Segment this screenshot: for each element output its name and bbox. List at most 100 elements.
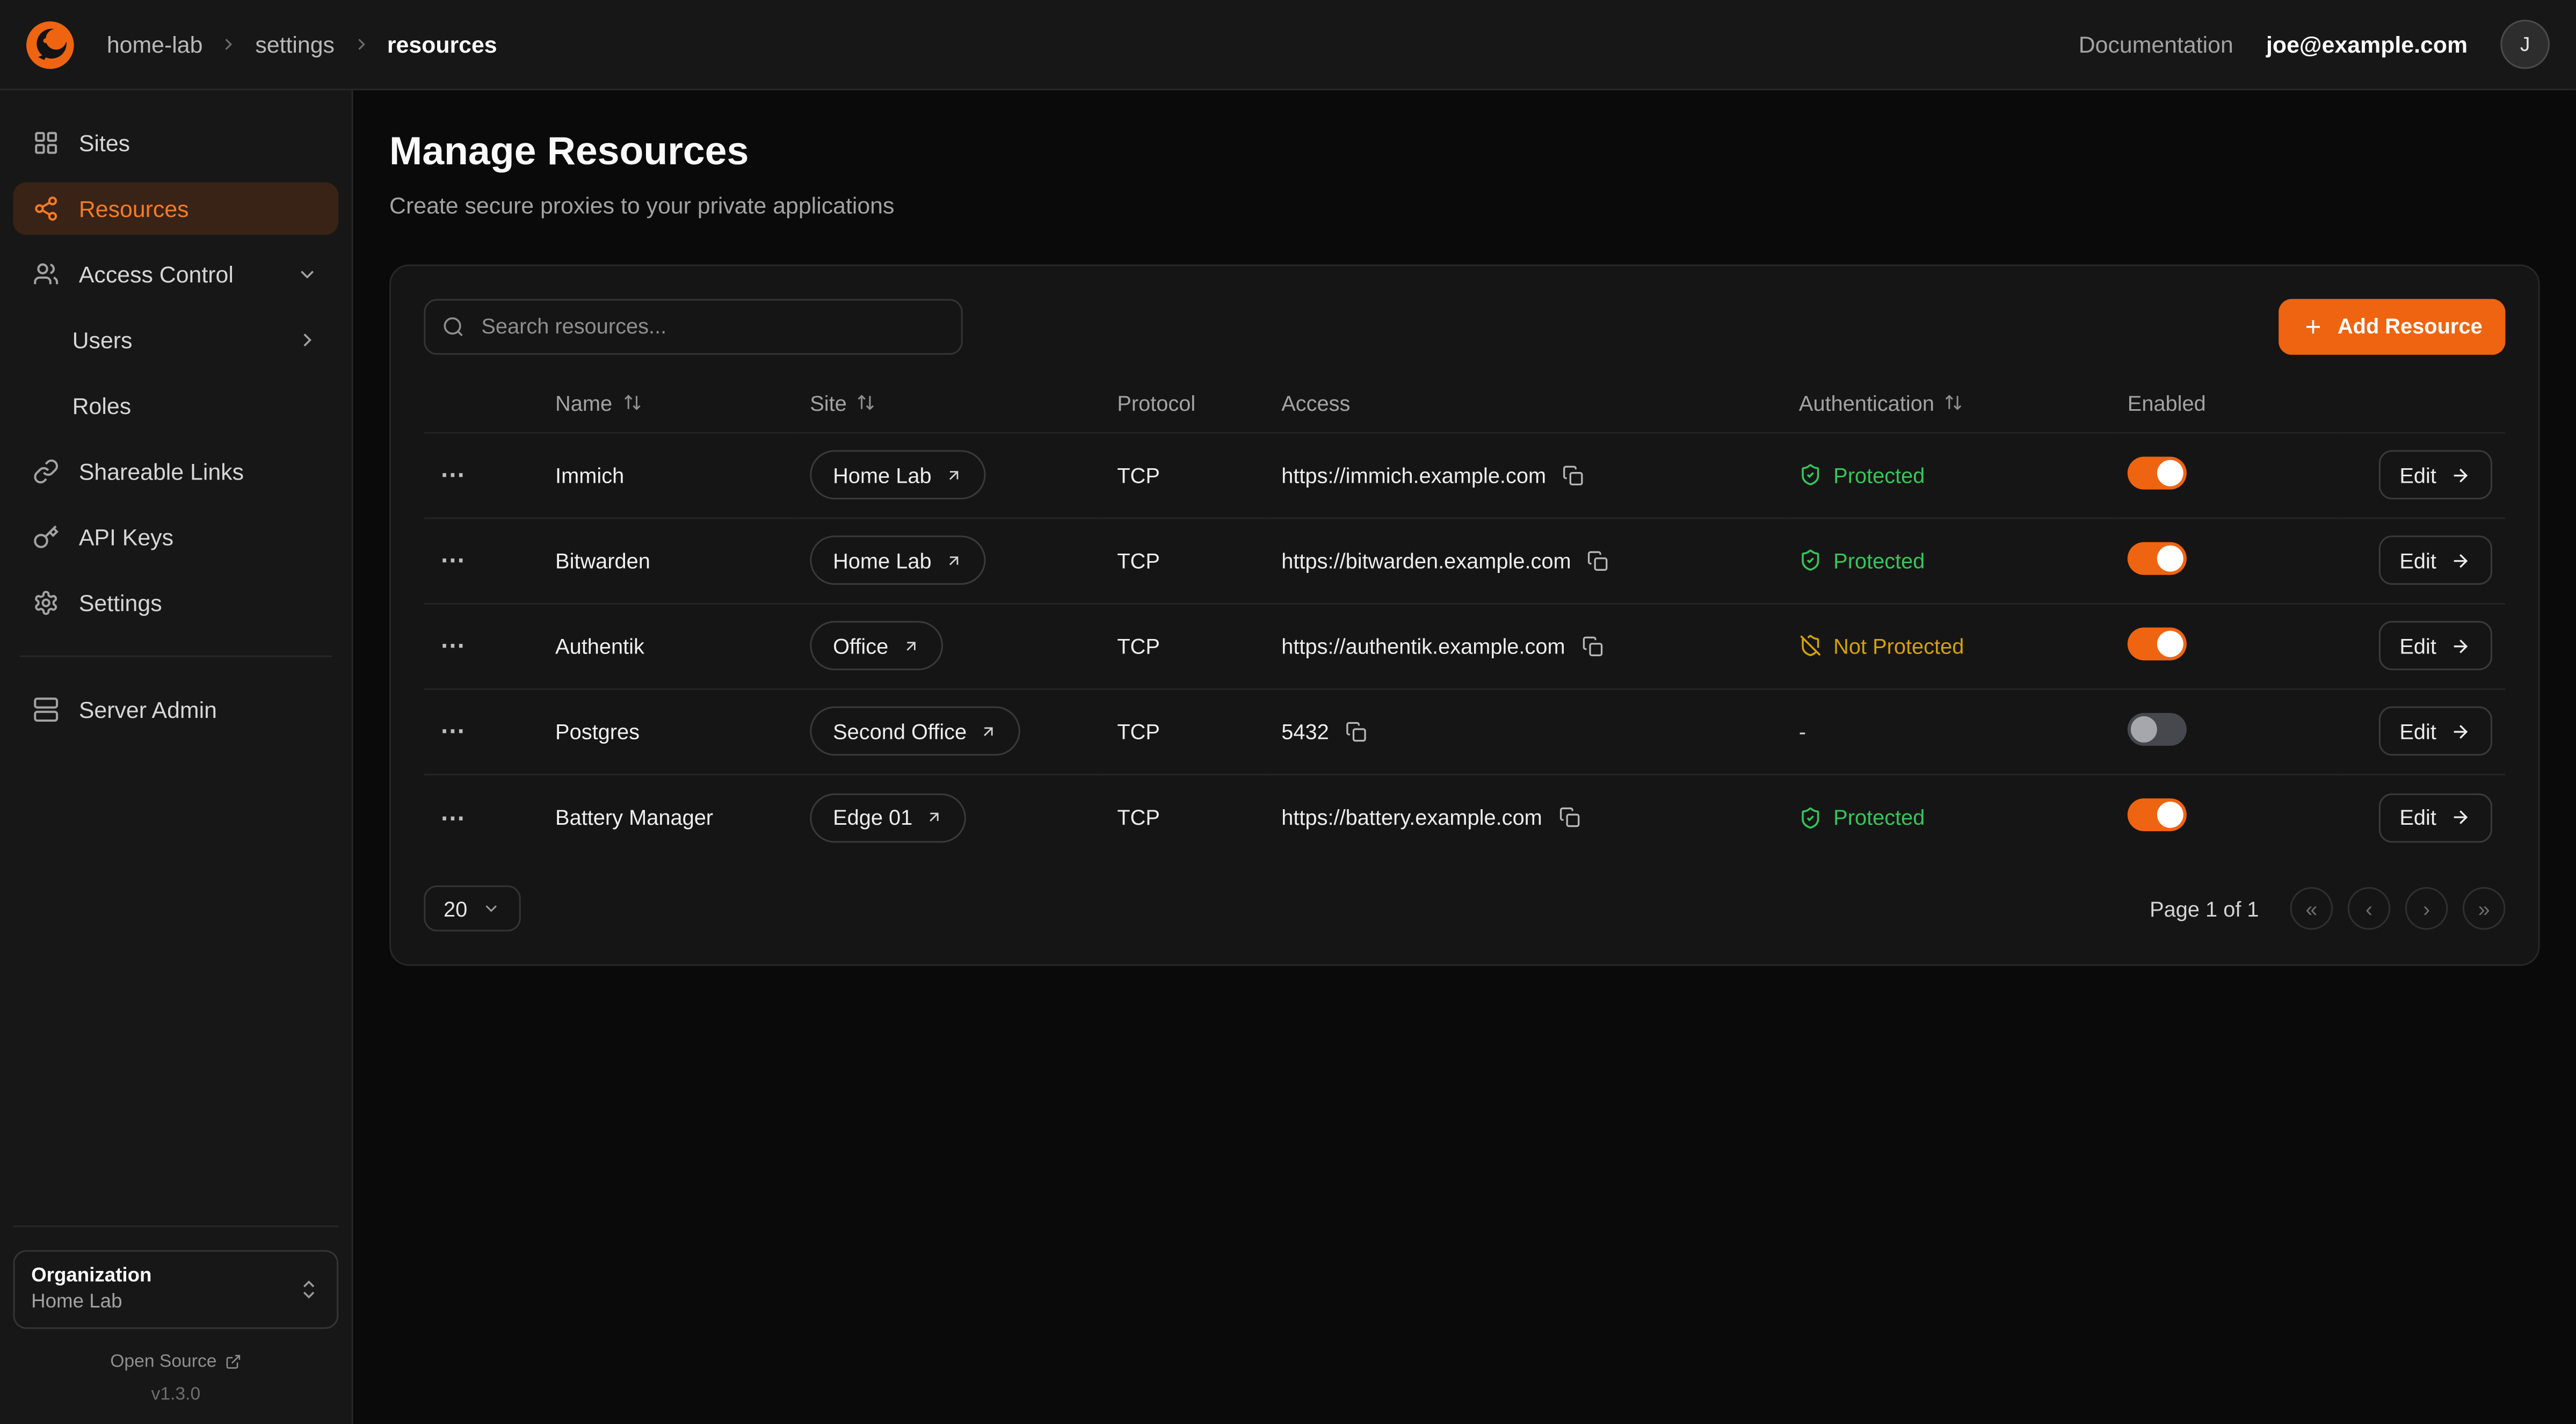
column-site-label: Site [810, 390, 847, 415]
main-content: Manage Resources Create secure proxies t… [353, 90, 2576, 1424]
copy-button[interactable] [1558, 807, 1580, 828]
edit-label: Edit [2399, 634, 2436, 658]
sort-icon [622, 393, 642, 413]
row-menu-button[interactable]: ⋯ [437, 546, 470, 576]
enabled-toggle[interactable] [2128, 627, 2187, 660]
arrow-right-icon [2449, 464, 2471, 486]
copy-icon [1587, 550, 1609, 571]
site-link-button[interactable]: Second Office [810, 707, 1021, 756]
version-label: v1.3.0 [13, 1385, 338, 1405]
sidebar-divider [20, 656, 332, 657]
toggle-knob [2157, 630, 2183, 657]
organization-picker[interactable]: Organization Home Lab [13, 1250, 338, 1329]
sidebar-item-resources[interactable]: Resources [13, 183, 338, 235]
resource-name: Immich [542, 433, 797, 518]
copy-icon [1345, 721, 1367, 742]
link-icon [33, 459, 59, 485]
copy-button[interactable] [1581, 635, 1603, 657]
column-authentication[interactable]: Authentication [1786, 374, 2114, 433]
copy-button[interactable] [1345, 721, 1367, 742]
page-subtitle: Create secure proxies to your private ap… [389, 192, 2540, 218]
resource-access-url: https://immich.example.com [1281, 463, 1546, 488]
site-label: Home Lab [833, 463, 932, 488]
external-link-icon [945, 551, 963, 570]
row-menu-button[interactable]: ⋯ [437, 717, 470, 746]
avatar[interactable]: J [2500, 20, 2550, 69]
sidebar-item-users[interactable]: Users [13, 314, 338, 366]
row-menu-button[interactable]: ⋯ [437, 631, 470, 661]
edit-button[interactable]: Edit [2378, 536, 2492, 585]
column-site[interactable]: Site [797, 374, 1104, 433]
table-row: ⋯ Bitwarden Home Lab TCP https://bitward… [424, 518, 2505, 604]
breadcrumb-home-lab[interactable]: home-lab [107, 31, 203, 57]
external-link-icon [945, 466, 963, 484]
chevrons-up-down-icon [297, 1278, 321, 1301]
column-name[interactable]: Name [542, 374, 797, 433]
copy-button[interactable] [1587, 550, 1609, 571]
page-size-select[interactable]: 20 [424, 886, 521, 932]
search-input[interactable] [478, 313, 945, 340]
previous-page-button[interactable]: ‹ [2348, 888, 2391, 931]
sidebar-item-access-control[interactable]: Access Control [13, 248, 338, 301]
sidebar-bottom: Organization Home Lab Open Source v1.3.0 [13, 1225, 338, 1405]
topbar: home-lab settings resources Documentatio… [0, 0, 2576, 90]
resource-name: Bitwarden [542, 518, 797, 604]
table-row: ⋯ Immich Home Lab TCP https://immich.exa… [424, 433, 2505, 518]
resource-name: Authentik [542, 604, 797, 689]
sidebar-item-server-admin[interactable]: Server Admin [13, 684, 338, 736]
toolbar: Add Resource [424, 299, 2505, 354]
breadcrumb: home-lab settings resources [107, 31, 497, 57]
sidebar-item-roles[interactable]: Roles [13, 380, 338, 432]
sidebar-item-settings[interactable]: Settings [13, 577, 338, 629]
resources-card: Add Resource Name Site Protocol [389, 264, 2540, 967]
edit-button[interactable]: Edit [2378, 707, 2492, 756]
row-menu-button[interactable]: ⋯ [437, 803, 470, 832]
resource-protocol: TCP [1104, 433, 1268, 518]
enabled-toggle[interactable] [2128, 542, 2187, 575]
users-icon [33, 261, 59, 287]
copy-button[interactable] [1563, 464, 1584, 486]
column-access-label: Access [1281, 390, 1350, 415]
enabled-toggle[interactable] [2128, 798, 2187, 831]
sort-icon [857, 393, 876, 413]
edit-button[interactable]: Edit [2378, 793, 2492, 842]
column-name-label: Name [555, 390, 612, 415]
sidebar-item-label: Sites [79, 130, 130, 156]
share-nodes-icon [33, 195, 59, 222]
toggle-knob [2131, 716, 2157, 742]
chevron-right-icon [296, 329, 319, 352]
sidebar-item-label: Access Control [79, 261, 234, 287]
resources-table: Name Site Protocol Access Authentication… [424, 374, 2505, 860]
shell: Sites Resources Access Control Users [0, 90, 2576, 1424]
breadcrumb-settings[interactable]: settings [255, 31, 335, 57]
arrow-right-icon [2449, 721, 2471, 742]
sidebar-item-sites[interactable]: Sites [13, 117, 338, 169]
column-enabled: Enabled [2114, 374, 2339, 433]
edit-button[interactable]: Edit [2378, 621, 2492, 671]
app-window: home-lab settings resources Documentatio… [0, 0, 2576, 1424]
last-page-button[interactable]: » [2463, 888, 2506, 931]
auth-status-label: Protected [1833, 548, 1925, 573]
edit-label: Edit [2399, 719, 2436, 744]
add-resource-button[interactable]: Add Resource [2279, 299, 2506, 354]
resource-protocol: TCP [1104, 689, 1268, 774]
sidebar-item-label: Shareable Links [79, 459, 244, 485]
sidebar-item-label: Server Admin [79, 696, 217, 723]
site-link-button[interactable]: Home Lab [810, 536, 985, 585]
row-menu-button[interactable]: ⋯ [437, 461, 470, 490]
enabled-toggle[interactable] [2128, 713, 2187, 745]
next-page-button[interactable]: › [2405, 888, 2448, 931]
documentation-link[interactable]: Documentation [2079, 31, 2233, 57]
open-source-link[interactable]: Open Source [13, 1352, 338, 1372]
first-page-button[interactable]: « [2290, 888, 2333, 931]
auth-status-label: - [1799, 719, 1806, 744]
edit-button[interactable]: Edit [2378, 451, 2492, 500]
site-link-button[interactable]: Office [810, 621, 942, 671]
app-logo[interactable] [26, 20, 74, 68]
enabled-toggle[interactable] [2128, 456, 2187, 489]
site-link-button[interactable]: Edge 01 [810, 793, 967, 842]
copy-icon [1581, 635, 1603, 657]
site-link-button[interactable]: Home Lab [810, 451, 985, 500]
sidebar-item-shareable-links[interactable]: Shareable Links [13, 445, 338, 498]
sidebar-item-api-keys[interactable]: API Keys [13, 511, 338, 563]
